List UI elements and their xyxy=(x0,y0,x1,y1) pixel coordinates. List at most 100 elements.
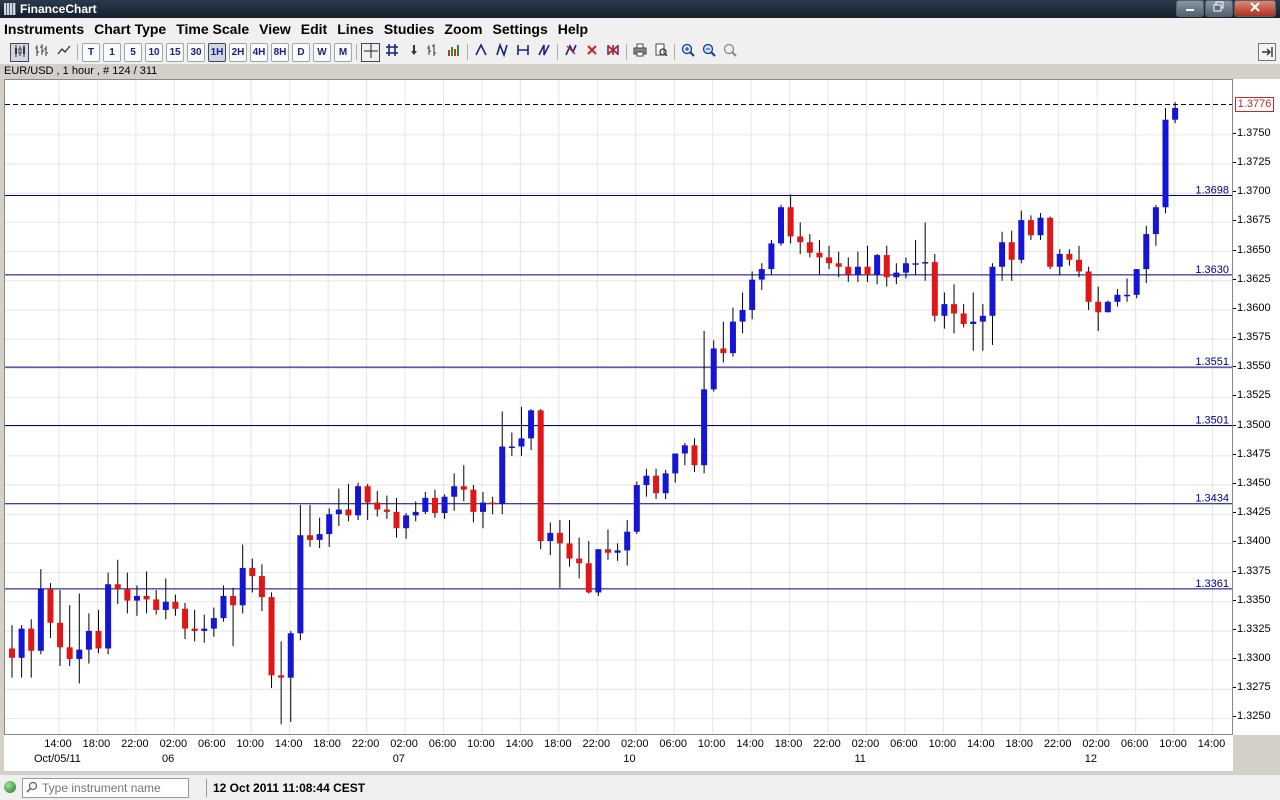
crosshair-button[interactable] xyxy=(361,43,380,62)
candle-up xyxy=(220,595,227,619)
price-tick-label: 1.3550 xyxy=(1233,360,1271,373)
candle-up xyxy=(547,532,554,542)
panel-toggle-button[interactable] xyxy=(1258,43,1276,61)
ohlc-button[interactable] xyxy=(424,43,441,60)
candle-up xyxy=(922,262,929,264)
candle-down xyxy=(1075,259,1082,272)
toolbar-separator xyxy=(626,44,627,60)
candle-down xyxy=(826,257,833,264)
status-separator xyxy=(206,779,207,797)
candle-up xyxy=(326,514,333,535)
maximize-button[interactable] xyxy=(1205,0,1233,17)
timescale-1H[interactable]: 1H xyxy=(208,43,226,62)
candle-down xyxy=(383,509,390,512)
minimize-button[interactable] xyxy=(1176,0,1204,17)
close-button[interactable] xyxy=(1234,0,1276,17)
menu-studies[interactable]: Studies xyxy=(379,21,440,37)
candle-up xyxy=(1037,217,1044,236)
date-label: 12 xyxy=(1084,753,1098,765)
timescale-M[interactable]: M xyxy=(334,43,352,62)
menu-chart-type[interactable]: Chart Type xyxy=(89,21,171,37)
candle-down xyxy=(1008,242,1015,260)
draw-tool-button[interactable] xyxy=(562,43,579,60)
pencil-icon xyxy=(564,44,577,56)
grid-button[interactable] xyxy=(383,43,400,60)
timescale-4H[interactable]: 4H xyxy=(250,43,268,62)
draw-line-button-2[interactable] xyxy=(493,43,510,60)
price-tick-label: 1.3625 xyxy=(1233,272,1271,285)
timescale-15[interactable]: 15 xyxy=(166,43,184,62)
menu-time-scale[interactable]: Time Scale xyxy=(171,21,254,37)
time-tick-label: 06:00 xyxy=(428,738,457,750)
candle-down xyxy=(345,509,352,516)
price-tick-label: 1.3525 xyxy=(1233,389,1271,402)
timescale-T[interactable]: T xyxy=(82,43,100,62)
timescale-1[interactable]: 1 xyxy=(103,43,121,62)
bar-chart-button[interactable] xyxy=(32,43,49,60)
volume-button[interactable] xyxy=(445,43,462,60)
candle-down xyxy=(47,588,54,623)
candle-up xyxy=(287,633,294,678)
candle-up xyxy=(355,486,362,516)
menu-instruments[interactable]: Instruments xyxy=(0,21,89,37)
candle-down xyxy=(1085,271,1092,302)
candlestick-chart-button[interactable] xyxy=(10,43,29,62)
time-tick-label: 14:00 xyxy=(967,738,995,750)
draw-line-button-1[interactable] xyxy=(472,43,489,60)
delete-button[interactable] xyxy=(583,43,600,60)
candle-up xyxy=(297,535,304,634)
timescale-30[interactable]: 30 xyxy=(187,43,205,62)
menu-help[interactable]: Help xyxy=(553,21,593,37)
menu-settings[interactable]: Settings xyxy=(488,21,553,37)
delete-all-button[interactable] xyxy=(604,43,621,60)
time-tick-label: 06:00 xyxy=(1120,738,1149,750)
menu-lines[interactable]: Lines xyxy=(332,21,379,37)
time-tick-label: 02:00 xyxy=(851,738,880,750)
time-tick-label: 22:00 xyxy=(351,738,380,750)
instrument-search xyxy=(22,778,190,798)
candle-up xyxy=(162,601,169,610)
price-tick-label: 1.3700 xyxy=(1233,185,1271,198)
zoom-in-button[interactable] xyxy=(679,43,696,60)
zoom-fit-button[interactable] xyxy=(721,43,738,60)
menu-edit[interactable]: Edit xyxy=(296,21,332,37)
timescale-5[interactable]: 5 xyxy=(124,43,142,62)
candle-up xyxy=(768,243,775,270)
candle-down xyxy=(951,304,958,314)
search-input[interactable] xyxy=(40,779,190,797)
menu-bar: Instruments Chart Type Time Scale View E… xyxy=(0,18,1280,40)
candle-down xyxy=(691,445,698,466)
draw-line-icon-2 xyxy=(495,43,508,57)
candlestick-chart[interactable]: 1.3698 1.3630 1.3551 1.3501 1.3434 1.3361 xyxy=(5,80,1233,735)
timescale-W[interactable]: W xyxy=(313,43,331,62)
draw-line-button-3[interactable] xyxy=(514,43,531,60)
candle-down xyxy=(566,543,573,559)
timescale-D[interactable]: D xyxy=(292,43,310,62)
candle-down xyxy=(393,511,400,529)
timescale-10[interactable]: 10 xyxy=(145,43,163,62)
price-chart[interactable]: 1.3698 1.3630 1.3551 1.3501 1.3434 1.3361 xyxy=(4,79,1233,735)
timescale-8H[interactable]: 8H xyxy=(271,43,289,62)
candle-up xyxy=(681,445,688,454)
candle-up xyxy=(441,496,448,514)
timescale-2H[interactable]: 2H xyxy=(229,43,247,62)
close-icon xyxy=(1250,2,1260,12)
candle-down xyxy=(114,584,121,589)
draw-line-button-4[interactable] xyxy=(535,43,552,60)
candle-up xyxy=(739,309,746,322)
symbol-info: EUR/USD , 1 hour , # 124 / 311 xyxy=(4,65,158,77)
menu-view[interactable]: View xyxy=(254,21,296,37)
candle-down xyxy=(258,576,265,598)
candle-up xyxy=(499,446,506,504)
candle-up xyxy=(633,485,640,532)
print-preview-button[interactable] xyxy=(652,43,669,60)
line-chart-button[interactable] xyxy=(55,43,72,60)
menu-zoom[interactable]: Zoom xyxy=(439,21,487,37)
print-button[interactable] xyxy=(631,43,648,60)
data-window-button[interactable] xyxy=(405,43,422,60)
zoom-out-button[interactable] xyxy=(700,43,717,60)
level-label: 1.3434 xyxy=(1195,493,1229,505)
draw-line-icon-4 xyxy=(537,44,550,56)
candle-up xyxy=(76,649,83,659)
candle-down xyxy=(28,628,35,651)
